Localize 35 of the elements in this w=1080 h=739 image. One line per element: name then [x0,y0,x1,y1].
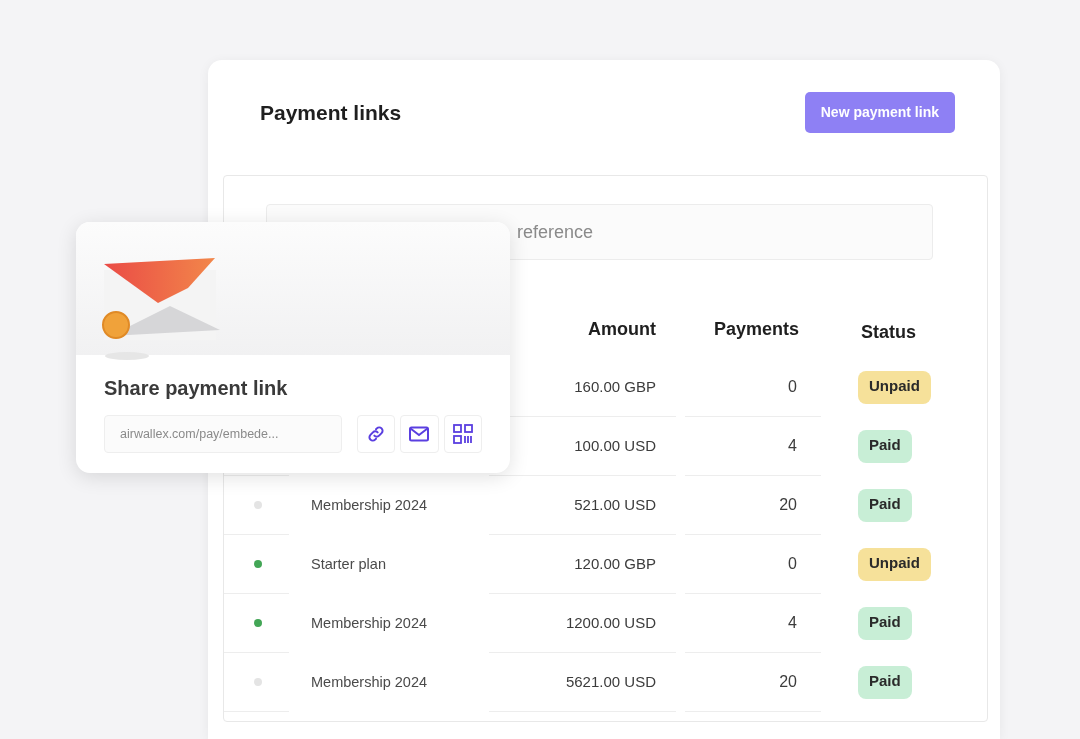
table-cell-text: 4 [788,613,797,633]
table-cell-text: 120.00 GBP [574,553,656,574]
table-cell-text: 100.00 USD [574,435,656,456]
table-cell-text: 160.00 GBP [574,376,656,397]
status-badge: Unpaid [858,371,931,404]
table-cell-text: 20 [779,495,797,515]
new-payment-link-button[interactable]: New payment link [804,92,955,133]
envelope-icon [409,426,430,442]
table-cell-text: Starter plan [311,554,386,574]
qr-code-button[interactable] [443,415,482,453]
table-cell-text: Membership 2024 [311,495,428,515]
link-field[interactable]: airwallex.com/pay/embede... [104,415,342,453]
table-cell-text: Membership 2024 [311,613,428,633]
table-cell-text: 0 [788,377,797,397]
table-cell-text: Membership 2024 [311,672,428,692]
table-cell-text: 521.00 USD [574,494,656,515]
status-badge: Paid [858,607,912,640]
qr-code-icon [452,424,473,444]
status-badge: Unpaid [858,548,931,581]
email-button[interactable] [400,415,439,453]
table-cell-text: 0 [788,554,797,574]
table-cell-text: 1200.00 USD [565,612,656,633]
status-badge: Paid [858,489,912,522]
column-header: Status [860,320,917,344]
column-header: Amount [587,317,657,341]
status-badge: Paid [858,430,912,463]
link-icon [365,424,386,444]
column-header: Payments [712,317,800,341]
copy-link-button[interactable] [356,415,396,453]
share-card-title: Share payment link [104,376,289,401]
page-title: Payment links [260,99,402,126]
table-cell-text: 5621.00 USD [565,671,656,692]
status-badge: Paid [858,666,912,699]
table-cell-text: 4 [788,436,797,456]
table-cell-text: 20 [779,672,797,692]
